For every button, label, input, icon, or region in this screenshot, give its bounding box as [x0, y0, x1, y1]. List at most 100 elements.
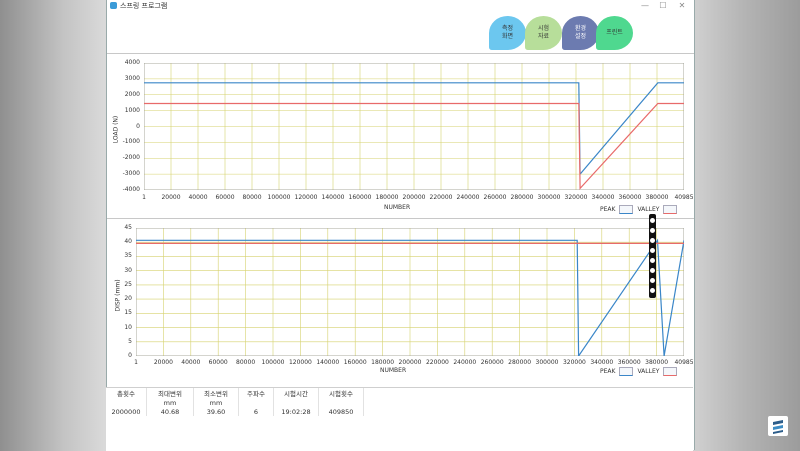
summary-value: 19:02:28 [273, 407, 319, 416]
env-settings-label-2: 설정 [574, 33, 587, 40]
summary-unit: mm [193, 398, 239, 407]
test-data-label-1: 시험 [537, 25, 550, 32]
y-tick-label: 3000 [124, 74, 140, 82]
legend-label: PEAK [600, 368, 616, 375]
x-tick-label: 200000 [402, 194, 426, 201]
y-tick-label: 45 [124, 224, 132, 231]
summary-value: 39.60 [193, 407, 239, 416]
summary-header: 최대변위 [146, 388, 194, 398]
title-bar: 스프링 프로그램 — ☐ ✕ [107, 0, 694, 12]
x-tick-label: 20000 [153, 359, 173, 366]
y-tick-label: 1000 [124, 106, 140, 114]
x-tick-label: 40000 [181, 359, 201, 366]
x-tick-label: 360000 [618, 194, 642, 201]
summary-value: 40.68 [146, 407, 194, 416]
summary-header-row: 총횟수 최대변위 최소변위 주파수 시험시간 시험횟수 [106, 388, 364, 398]
x-tick-label: 160000 [343, 359, 367, 366]
x-tick-label: 140000 [316, 359, 340, 366]
pen-icon[interactable] [650, 238, 655, 243]
summary-header: 시험횟수 [318, 388, 364, 398]
x-tick-label: 300000 [537, 194, 561, 201]
print-label: 프린트 [606, 29, 623, 36]
plot-area[interactable] [144, 63, 684, 190]
summary-header: 주파수 [238, 388, 274, 398]
x-tick-label: 20000 [161, 194, 181, 201]
plot-area[interactable] [136, 228, 684, 356]
home-icon[interactable] [650, 228, 655, 233]
x-tick-label: 280000 [508, 359, 532, 366]
y-tick-label: 40 [124, 238, 132, 246]
measure-screen-label-1: 측정 [501, 25, 514, 32]
summary-panel: 총횟수 최대변위 최소변위 주파수 시험시간 시험횟수 mm mm 200000… [106, 387, 693, 451]
volume-icon[interactable] [650, 258, 655, 263]
chart-legend: PEAK VALLEY [600, 205, 678, 214]
y-tick-label: 30 [124, 266, 132, 274]
x-tick-label: 340000 [591, 194, 615, 201]
summary-unit-row: mm mm [106, 398, 364, 407]
legend-swatch-valley [663, 205, 678, 214]
record-icon[interactable] [650, 278, 655, 283]
x-tick-label: 220000 [429, 194, 453, 201]
x-tick-label: 80000 [242, 194, 262, 201]
x-tick-label: 280000 [510, 194, 534, 201]
y-axis-label: DISP (mm) [114, 279, 122, 312]
summary-unit [238, 398, 274, 407]
x-tick-label: 40985 [674, 359, 694, 366]
x-tick-label: 1 [134, 359, 138, 366]
x-tick-label: 120000 [294, 194, 318, 201]
y-tick-label: 0 [136, 122, 140, 130]
maximize-button[interactable]: ☐ [653, 0, 673, 12]
x-tick-label: 320000 [564, 194, 588, 201]
summary-unit [106, 398, 147, 407]
app-icon [110, 2, 117, 9]
summary-value: 409850 [318, 407, 364, 416]
x-tick-label: 60000 [208, 359, 228, 366]
x-tick-label: 260000 [480, 359, 504, 366]
x-tick-label: 380000 [645, 194, 669, 201]
x-tick-label: 1 [142, 194, 146, 201]
x-tick-label: 140000 [321, 194, 345, 201]
env-settings-button[interactable]: 환경 설정 [562, 16, 599, 50]
x-tick-label: 220000 [425, 359, 449, 366]
measure-screen-button[interactable]: 측정 화면 [489, 16, 526, 50]
y-tick-label: -3000 [122, 170, 140, 178]
summary-header: 시험시간 [273, 388, 319, 398]
x-tick-label: 40985 [674, 194, 694, 201]
summary-value: 6 [238, 407, 274, 416]
x-tick-label: 240000 [456, 194, 480, 201]
x-tick-label: 240000 [453, 359, 477, 366]
minimize-button[interactable]: — [635, 0, 655, 12]
close-toolbar-icon[interactable] [650, 288, 655, 293]
summary-unit [318, 398, 364, 407]
y-tick-label: -2000 [122, 154, 140, 162]
test-data-label-2: 자료 [537, 33, 550, 40]
x-tick-label: 320000 [562, 359, 586, 366]
settings-icon[interactable] [650, 268, 655, 273]
mic-icon[interactable] [650, 248, 655, 253]
x-tick-label: 340000 [590, 359, 614, 366]
legend-label: VALLEY [637, 206, 660, 213]
x-tick-label: 180000 [371, 359, 395, 366]
x-tick-label: 360000 [617, 359, 641, 366]
x-tick-label: 120000 [288, 359, 312, 366]
y-axis-label: LOAD (N) [112, 115, 120, 144]
legend-swatch-peak [619, 205, 634, 214]
y-tick-label: -4000 [122, 186, 140, 193]
summary-header: 최소변위 [193, 388, 239, 398]
print-button[interactable]: 프린트 [596, 16, 633, 50]
window-title: 스프링 프로그램 [120, 2, 168, 10]
y-tick-label: 4000 [124, 59, 140, 66]
y-tick-label: 0 [128, 352, 132, 359]
camera-icon[interactable] [650, 218, 655, 223]
y-tick-label: -1000 [122, 138, 140, 146]
legend-swatch-valley [663, 367, 678, 376]
close-button[interactable]: ✕ [672, 0, 692, 12]
test-data-button[interactable]: 시험 자료 [525, 16, 562, 50]
x-tick-label: 260000 [483, 194, 507, 201]
y-tick-label: 5 [128, 337, 132, 345]
x-tick-label: 200000 [398, 359, 422, 366]
legend-swatch-peak [619, 367, 634, 376]
x-tick-label: 80000 [236, 359, 256, 366]
x-tick-label: 380000 [645, 359, 669, 366]
floating-toolbar[interactable] [649, 214, 656, 298]
